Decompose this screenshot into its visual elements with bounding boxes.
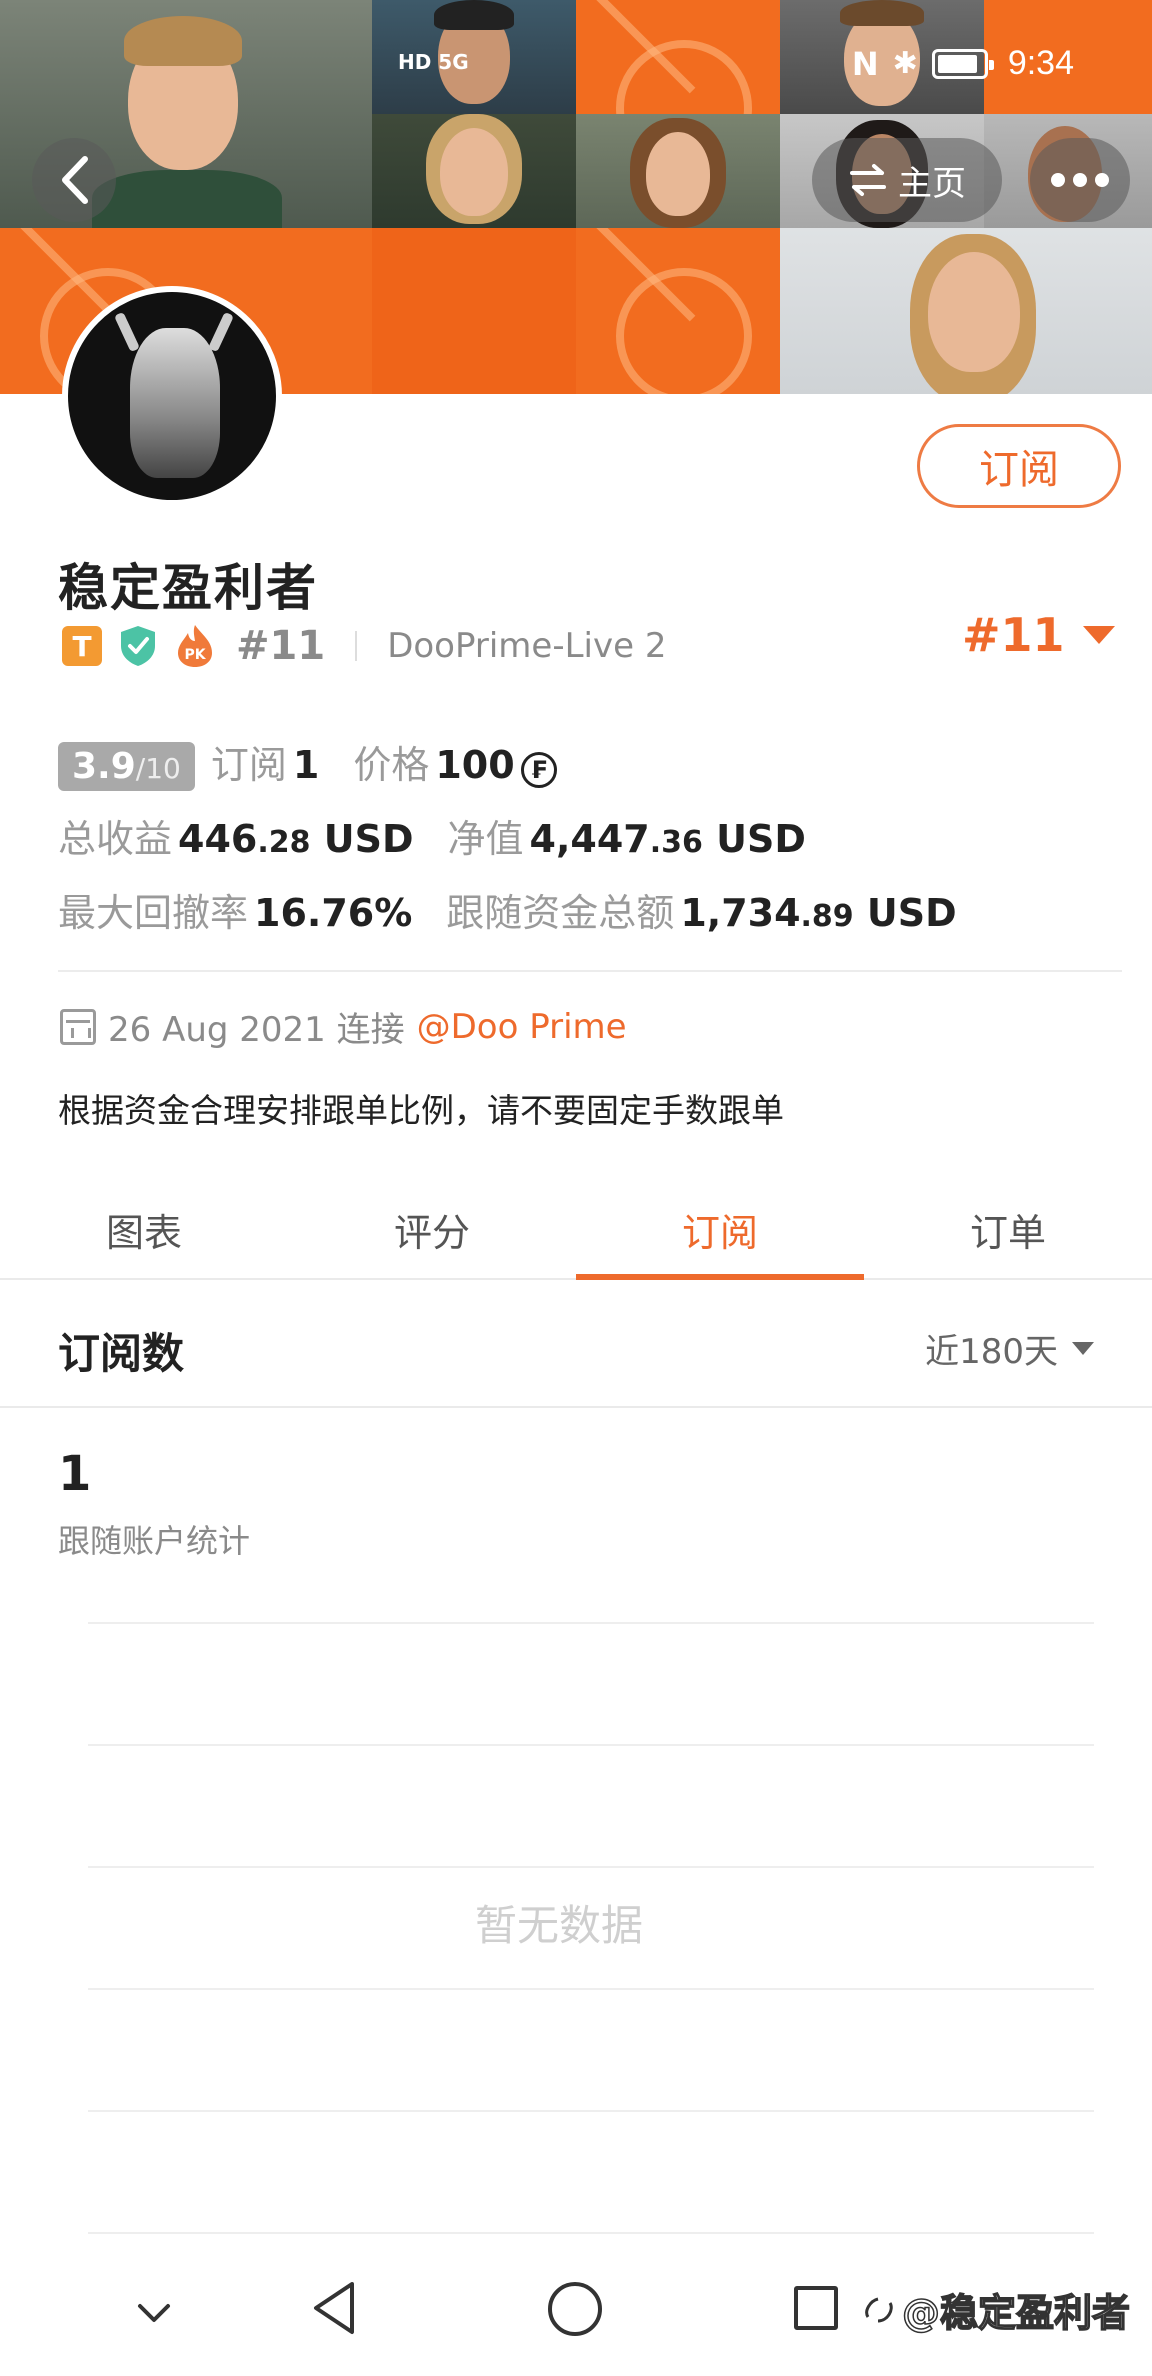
empty-state-text: 暂无数据 <box>474 1901 643 1950</box>
nav-back-icon[interactable] <box>310 2280 358 2336</box>
equity-label: 净值 <box>447 817 524 861</box>
section-header: 订阅数 近180天 <box>0 1282 1152 1408</box>
tab-chart[interactable]: 图表 <box>0 1180 288 1278</box>
verified-shield-icon <box>121 626 155 666</box>
swap-icon <box>850 164 886 196</box>
avatar[interactable] <box>62 286 282 506</box>
nav-recents-icon[interactable] <box>794 2286 838 2330</box>
connection-info: 26 Aug 2021 连接 @Doo Prime <box>60 1002 627 1051</box>
subscriber-count: 1 <box>58 1446 92 1502</box>
section-title: 订阅数 <box>58 1329 185 1378</box>
profile-nickname: 稳定盈利者 <box>58 559 318 617</box>
svg-text:PK: PK <box>184 647 206 663</box>
bluetooth-icon: ✱ <box>892 46 918 81</box>
more-dots-icon <box>1051 173 1065 187</box>
home-button[interactable]: 主页 <box>812 138 1002 222</box>
score-value: 3.9 <box>72 746 136 787</box>
subscribe-button[interactable]: 订阅 <box>917 424 1121 508</box>
price-label: 价格 <box>353 743 430 787</box>
score-denominator: /10 <box>135 752 181 785</box>
follow-funds-label: 跟随资金总额 <box>446 891 675 935</box>
tab-rating[interactable]: 评分 <box>288 1180 576 1278</box>
total-profit-label: 总收益 <box>58 817 173 861</box>
drawdown-label: 最大回撤率 <box>58 891 249 935</box>
weibo-logo-icon <box>865 2297 893 2322</box>
chart-gridline <box>88 2110 1094 2112</box>
rank-value: #11 <box>962 608 1065 662</box>
subs-label: 订阅 <box>210 743 287 787</box>
pk-flame-icon: PK <box>178 625 212 667</box>
cover-photo <box>372 114 576 228</box>
nav-home-icon[interactable] <box>548 2282 602 2336</box>
battery-icon <box>931 48 994 79</box>
caret-down-icon <box>1072 1342 1094 1355</box>
cover-tile <box>576 228 780 394</box>
chevron-down-icon[interactable] <box>136 2296 172 2332</box>
caret-down-icon <box>1082 626 1115 644</box>
more-options-button[interactable] <box>1030 138 1130 222</box>
clock: 9:34 <box>1007 44 1074 82</box>
chevron-left-icon <box>62 156 88 204</box>
chart-gridline <box>88 1866 1094 1868</box>
period-label: 近180天 <box>925 1332 1058 1372</box>
trader-badge-icon: T <box>62 626 102 666</box>
coin-icon: ₣ <box>520 752 557 788</box>
price-value: 100 <box>435 743 515 787</box>
subs-value: 1 <box>292 743 320 787</box>
total-profit-value: 446.28 USD <box>178 817 414 861</box>
server-name: DooPrime-Live 2 <box>387 626 667 666</box>
period-selector[interactable]: 近180天 <box>925 1324 1094 1373</box>
connected-date: 26 Aug 2021 连接 <box>108 1010 405 1050</box>
tab-bar: 图表 评分 订阅 订单 <box>0 1180 1152 1280</box>
cover-photo <box>780 228 1152 394</box>
home-label: 主页 <box>898 163 966 204</box>
rank-dropdown[interactable]: #11 <box>962 608 1115 662</box>
network-indicator: HD 5G <box>398 50 469 74</box>
badge-row: T PK #11 DooPrime-Live 2 <box>62 618 666 674</box>
broker-link[interactable]: @Doo Prime <box>417 1007 627 1047</box>
status-bar: HD 5G N ✱ 9:34 <box>0 0 1152 130</box>
nfc-icon: N <box>851 44 879 83</box>
watermark: @稳定盈利者 <box>862 2282 1131 2337</box>
divider <box>58 970 1122 972</box>
rank-label: #11 <box>236 623 326 669</box>
score-badge: 3.9 /10 <box>58 742 195 791</box>
cover-tile <box>372 228 576 394</box>
divider <box>355 631 358 661</box>
system-nav-bar: @稳定盈利者 <box>0 2252 1152 2376</box>
chart-gridline <box>88 1622 1094 1624</box>
chart-gridline <box>88 2232 1094 2234</box>
follow-funds-value: 1,734.89 USD <box>680 891 957 935</box>
subscriber-count-label: 跟随账户统计 <box>58 1522 251 1560</box>
equity-value: 4,447.36 USD <box>529 817 806 861</box>
tab-orders[interactable]: 订单 <box>864 1180 1152 1278</box>
chart-gridline <box>88 1988 1094 1990</box>
cover-photo <box>576 114 780 228</box>
back-button[interactable] <box>32 138 116 222</box>
profile-description: 根据资金合理安排跟单比例，请不要固定手数跟单 <box>58 1091 784 1130</box>
drawdown-value: 16.76% <box>254 891 413 935</box>
calendar-icon <box>60 1008 96 1045</box>
chart-gridline <box>88 1744 1094 1746</box>
tab-subscription[interactable]: 订阅 <box>576 1180 864 1280</box>
stats-block: 3.9 /10 订阅 1 价格 100 ₣ 总收益 446.28 USD 净值 … <box>58 734 1108 956</box>
